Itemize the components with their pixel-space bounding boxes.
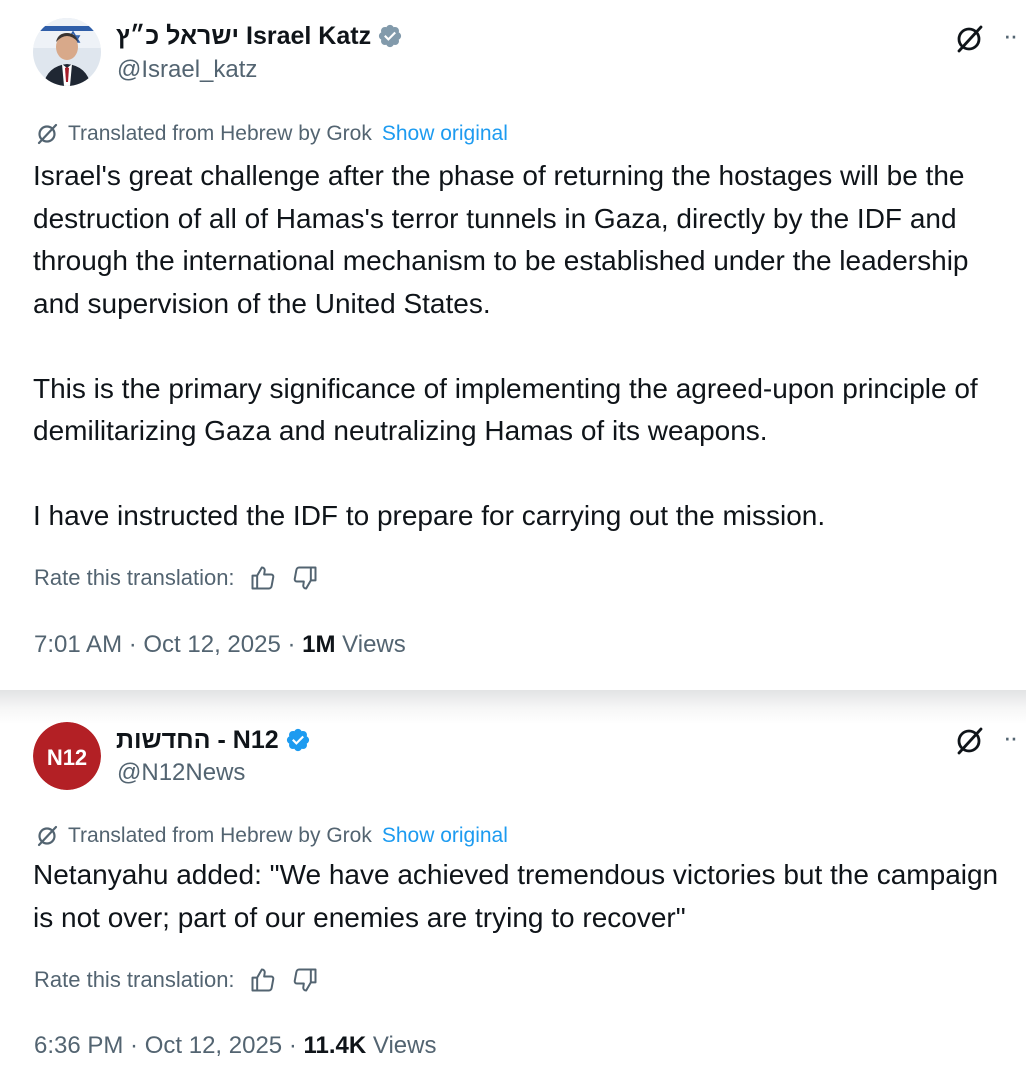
verified-badge-icon bbox=[377, 23, 403, 49]
display-name[interactable]: החדשות - N12 bbox=[116, 726, 279, 755]
grok-icon[interactable] bbox=[952, 22, 986, 56]
translation-notice: Translated from Hebrew by Grok Show orig… bbox=[34, 121, 508, 147]
thumbs-up-icon[interactable] bbox=[249, 966, 277, 994]
tweet-meta: 7:01 AM · Oct 12, 2025 · 1M Views bbox=[34, 631, 406, 659]
more-icon[interactable]: ·· bbox=[1003, 722, 1018, 752]
thumbs-up-icon[interactable] bbox=[249, 564, 277, 592]
tweet-paragraph: Netanyahu added: "We have achieved treme… bbox=[33, 859, 999, 933]
meta-separator: · bbox=[122, 631, 144, 658]
translated-label: Translated from Hebrew by Grok bbox=[68, 824, 372, 847]
svg-text:N12: N12 bbox=[47, 745, 87, 770]
tweet-paragraph: I have instructed the IDF to prepare for… bbox=[33, 500, 826, 531]
meta-separator: · bbox=[282, 1032, 304, 1059]
grok-icon bbox=[34, 121, 60, 147]
grok-icon bbox=[34, 823, 60, 849]
author-handle[interactable]: @Israel_katz bbox=[117, 56, 257, 84]
tweet-time[interactable]: 7:01 AM bbox=[34, 631, 122, 658]
tweet-paragraph: This is the primary significance of impl… bbox=[33, 372, 978, 447]
meta-separator: · bbox=[123, 1032, 145, 1059]
display-name[interactable]: ישראל כ״ץ Israel Katz bbox=[116, 22, 371, 51]
views-count: 11.4K bbox=[303, 1032, 367, 1059]
tweet-time[interactable]: 6:36 PM bbox=[34, 1032, 123, 1059]
translated-label: Translated from Hebrew by Grok bbox=[68, 122, 372, 145]
avatar[interactable]: N12 bbox=[33, 722, 101, 790]
tweet-paragraph: Israel's great challenge after the phase… bbox=[33, 160, 969, 319]
thumbs-down-icon[interactable] bbox=[291, 966, 319, 994]
rate-translation-row: Rate this translation: bbox=[34, 564, 319, 592]
rate-label: Rate this translation: bbox=[34, 565, 235, 590]
tweet-meta: 6:36 PM · Oct 12, 2025 · 11.4K Views bbox=[34, 1032, 436, 1060]
author-name-row: החדשות - N12 bbox=[116, 724, 311, 756]
views-count: 1M bbox=[302, 631, 336, 658]
verified-badge-icon bbox=[285, 727, 311, 753]
meta-separator: · bbox=[280, 631, 303, 658]
rate-translation-row: Rate this translation: bbox=[34, 966, 319, 994]
author-handle[interactable]: @N12News bbox=[117, 759, 245, 787]
show-original-link[interactable]: Show original bbox=[382, 122, 508, 146]
more-icon[interactable]: ·· bbox=[1003, 20, 1018, 50]
avatar[interactable] bbox=[33, 18, 101, 86]
tweet-text: Netanyahu added: "We have achieved treme… bbox=[33, 854, 1008, 939]
tweet-date[interactable]: Oct 12, 2025 bbox=[143, 631, 280, 658]
tweet-date[interactable]: Oct 12, 2025 bbox=[145, 1032, 282, 1059]
views-label: Views bbox=[342, 631, 406, 658]
translation-notice: Translated from Hebrew by Grok Show orig… bbox=[34, 823, 508, 849]
rate-label: Rate this translation: bbox=[34, 967, 235, 992]
tweet-n12[interactable]: N12 החדשות - N12 @N12News ·· Translated … bbox=[0, 690, 1026, 1076]
thumbs-down-icon[interactable] bbox=[291, 564, 319, 592]
show-original-link[interactable]: Show original bbox=[382, 824, 508, 848]
views-label: Views bbox=[372, 1032, 437, 1059]
grok-icon[interactable] bbox=[952, 724, 986, 758]
author-name-row: ישראל כ״ץ Israel Katz bbox=[116, 20, 403, 52]
tweet-text: Israel's great challenge after the phase… bbox=[33, 155, 1008, 538]
tweet-katz[interactable]: ישראל כ״ץ Israel Katz @Israel_katz ·· Tr… bbox=[0, 0, 1026, 690]
